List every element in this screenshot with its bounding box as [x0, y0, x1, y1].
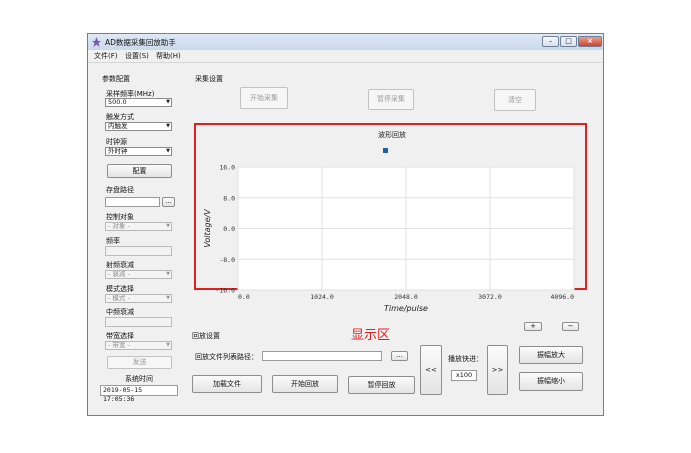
y-tick-label: 8.0	[223, 194, 235, 202]
rf-atten-select[interactable]: - 衰减 - ▼	[105, 270, 172, 279]
window-title: AD数据采集回放助手	[105, 38, 176, 47]
pause-acquisition-button[interactable]: 暂停采集	[368, 89, 414, 110]
config-button[interactable]: 配置	[107, 164, 172, 178]
y-tick-label: 0.0	[223, 225, 235, 233]
y-tick-label: -16.0	[215, 287, 235, 295]
y-tick-label: -8.0	[219, 256, 235, 264]
if-atten-label: 中频衰减	[106, 308, 134, 316]
minus-button[interactable]: −	[562, 322, 579, 331]
dropdown-arrow-icon: ▼	[166, 123, 170, 129]
sample-rate-value: 500.0	[108, 98, 127, 106]
y-axis-label: Voltage/V	[203, 209, 212, 248]
dropdown-arrow-icon: ▼	[166, 148, 170, 154]
systime-display: 2019-05-15 17:05:36	[100, 385, 178, 403]
menu-file[interactable]: 文件(F)	[94, 51, 118, 61]
bandwidth-label: 带宽选择	[106, 332, 134, 340]
systime-label: 系统时间	[125, 375, 153, 383]
speed-label: 播放快进：	[448, 355, 483, 363]
freq-input[interactable]	[105, 246, 172, 256]
menu-bar: 文件(F) 设置(S) 帮助(H)	[88, 50, 603, 63]
start-playback-button[interactable]: 开始回放	[272, 375, 338, 393]
chart-title: 波形回放	[378, 130, 406, 139]
app-icon	[92, 37, 101, 47]
trigger-select[interactable]: 内触发 ▼	[105, 122, 172, 131]
x-tick-label: 4096.0	[551, 293, 575, 301]
title-bar: AD数据采集回放助手 – □ ×	[88, 34, 603, 51]
acq-heading: 采集设置	[195, 75, 223, 83]
param-heading: 参数配置	[102, 75, 130, 83]
storage-label: 存盘路径	[106, 186, 134, 194]
amplitude-zoom-in-button[interactable]: 振幅放大	[519, 346, 583, 364]
clear-button[interactable]: 清空	[494, 89, 536, 111]
menu-help[interactable]: 帮助(H)	[156, 51, 181, 61]
amplitude-zoom-out-button[interactable]: 振幅缩小	[519, 372, 583, 391]
storage-browse-button[interactable]: ...	[162, 197, 175, 207]
control-value: - 对象 -	[108, 222, 130, 230]
y-tick-label: 16.0	[219, 164, 235, 172]
load-file-button[interactable]: 加载文件	[192, 375, 262, 393]
dropdown-arrow-icon: ▼	[166, 99, 170, 105]
rewind-button[interactable]: <<	[420, 345, 442, 395]
speed-value[interactable]: x100	[451, 370, 477, 381]
pause-playback-button[interactable]: 暂停回放	[348, 376, 415, 394]
rf-atten-value: - 衰减 -	[108, 270, 130, 278]
start-acquisition-button[interactable]: 开始采集	[240, 87, 288, 109]
trigger-label: 触发方式	[106, 113, 134, 121]
app-window: AD数据采集回放助手 – □ × 文件(F) 设置(S) 帮助(H) 参数配置 …	[87, 33, 604, 416]
x-axis-label: Time/pulse	[384, 304, 428, 313]
clock-value: 外时钟	[108, 147, 128, 155]
maximize-button[interactable]: □	[560, 36, 577, 47]
display-area-hint: 显示区	[351, 328, 391, 343]
close-button[interactable]: ×	[578, 36, 602, 47]
control-select[interactable]: - 对象 - ▼	[105, 222, 172, 231]
playback-heading: 回放设置	[192, 332, 220, 340]
mode-select[interactable]: - 模式 - ▼	[105, 294, 172, 303]
x-tick-label: 2048.0	[394, 293, 418, 301]
file-list-label: 回放文件列表路径：	[195, 353, 258, 361]
rf-atten-label: 射频衰减	[106, 261, 134, 269]
waveform-display: 波形回放 16.0 8.0 0.0 -8.0 -16.0 0.0 1024.0 2048.0…	[194, 123, 587, 313]
dropdown-arrow-icon: ▼	[166, 342, 170, 348]
file-list-input[interactable]	[262, 351, 382, 361]
send-button[interactable]: 发送	[107, 356, 172, 369]
menu-settings[interactable]: 设置(S)	[125, 51, 149, 61]
storage-path-input[interactable]	[105, 197, 160, 207]
control-label: 控制对象	[106, 213, 134, 221]
clock-label: 时钟源	[106, 138, 127, 146]
bandwidth-select[interactable]: - 带宽 - ▼	[105, 341, 172, 350]
dropdown-arrow-icon: ▼	[166, 295, 170, 301]
bandwidth-value: - 带宽 -	[108, 341, 130, 349]
waveform-chart: 波形回放 16.0 8.0 0.0 -8.0 -16.0 0.0 1024.0 2048.0…	[203, 130, 575, 313]
dropdown-arrow-icon: ▼	[166, 271, 170, 277]
dropdown-arrow-icon: ▼	[166, 223, 170, 229]
x-tick-label: 1024.0	[310, 293, 334, 301]
mode-value: - 模式 -	[108, 294, 130, 302]
trigger-value: 内触发	[108, 122, 128, 130]
forward-button[interactable]: >>	[487, 345, 508, 395]
plus-button[interactable]: +	[524, 322, 542, 331]
minimize-button[interactable]: –	[542, 36, 559, 47]
sample-rate-select[interactable]: 500.0 ▼	[105, 98, 172, 107]
x-tick-label: 3072.0	[478, 293, 502, 301]
x-tick-label: 0.0	[238, 293, 250, 301]
legend-swatch	[383, 148, 388, 153]
clock-select[interactable]: 外时钟 ▼	[105, 147, 172, 156]
if-atten-input[interactable]	[105, 317, 172, 327]
mode-label: 模式选择	[106, 285, 134, 293]
file-list-browse-button[interactable]: ...	[391, 351, 408, 361]
freq-label: 频率	[106, 237, 120, 245]
